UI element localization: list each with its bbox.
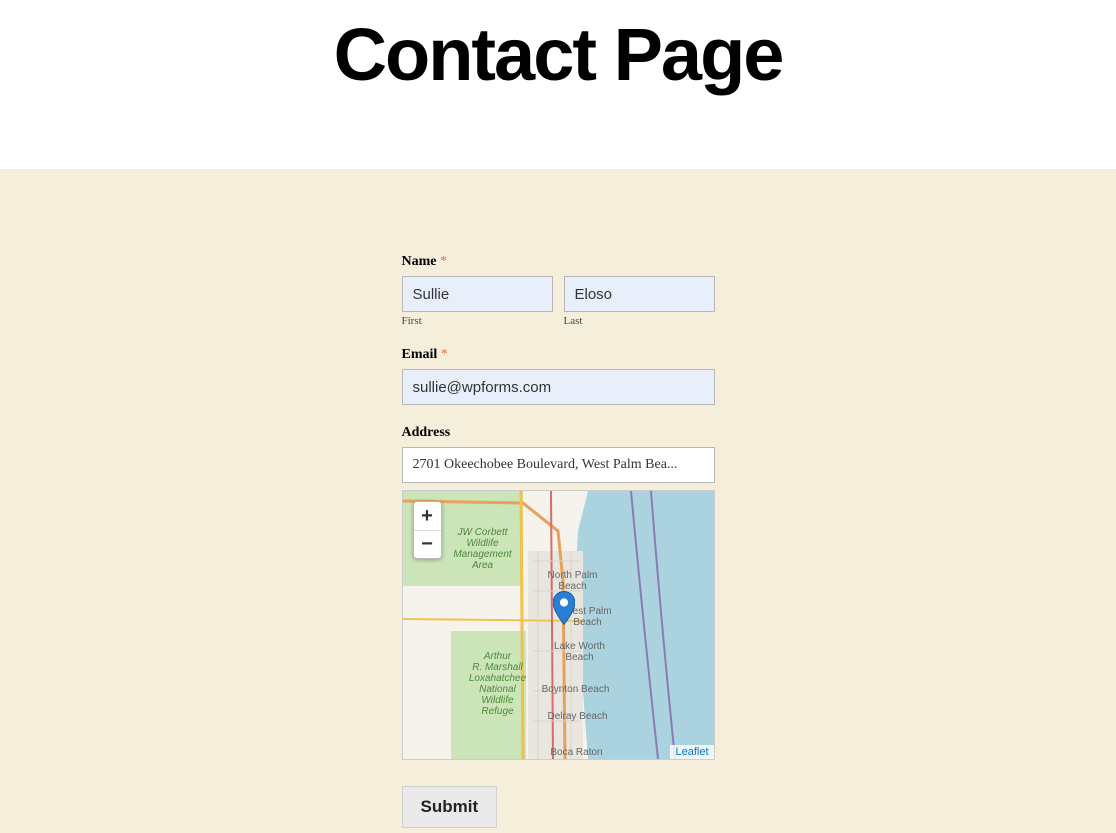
- page-title: Contact Page: [334, 12, 783, 97]
- required-marker: *: [440, 254, 447, 269]
- address-field-row: Address: [402, 423, 715, 760]
- address-label: Address: [402, 425, 451, 441]
- map[interactable]: JW CorbettWildlifeManagementArea ArthurR…: [402, 490, 715, 760]
- email-field-row: Email *: [402, 345, 715, 405]
- first-name-input[interactable]: [402, 276, 553, 312]
- address-input[interactable]: [402, 447, 715, 483]
- last-name-input[interactable]: [564, 276, 715, 312]
- first-name-sublabel: First: [402, 315, 553, 327]
- last-name-sublabel: Last: [564, 315, 715, 327]
- email-input[interactable]: [402, 369, 715, 405]
- map-marker-icon: [553, 591, 575, 625]
- zoom-controls: + −: [413, 501, 442, 559]
- name-label: Name *: [402, 254, 448, 270]
- zoom-in-button[interactable]: +: [414, 502, 441, 530]
- email-label-text: Email: [402, 347, 438, 362]
- zoom-out-button[interactable]: −: [414, 530, 441, 558]
- email-label: Email *: [402, 347, 448, 363]
- name-label-text: Name: [402, 254, 437, 269]
- submit-button[interactable]: Submit: [402, 786, 498, 828]
- map-attribution[interactable]: Leaflet: [670, 745, 713, 759]
- name-field-row: Name * First Last: [402, 252, 715, 327]
- required-marker: *: [441, 347, 448, 362]
- contact-form: Name * First Last Email * Ad: [402, 252, 715, 833]
